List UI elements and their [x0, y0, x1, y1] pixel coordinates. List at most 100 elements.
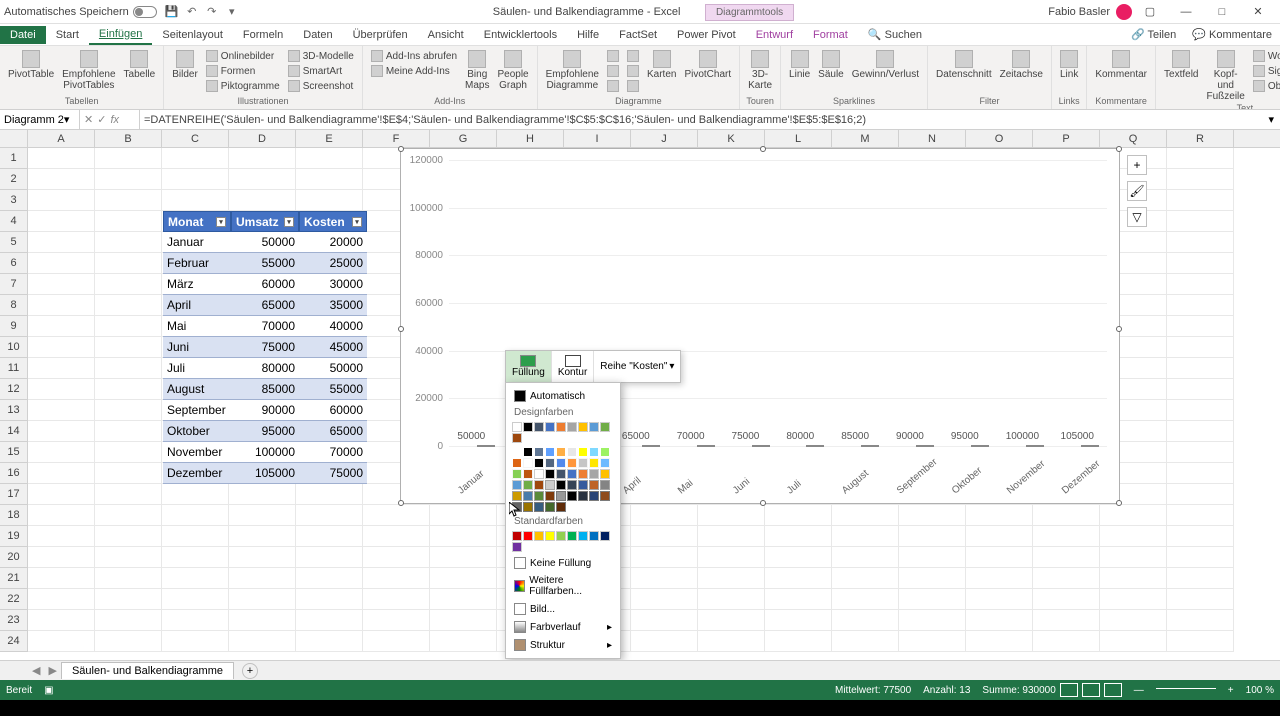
color-swatch[interactable]	[600, 422, 610, 432]
cell[interactable]	[1167, 589, 1234, 610]
smartart-button[interactable]: SmartArt	[286, 64, 356, 78]
col-header[interactable]: A	[28, 130, 95, 147]
view-pagebreak-icon[interactable]	[1104, 683, 1122, 697]
color-swatch[interactable]	[534, 447, 544, 457]
color-swatch[interactable]	[600, 480, 610, 490]
slicer-button[interactable]: Datenschnitt	[934, 49, 994, 81]
cell[interactable]	[229, 631, 296, 652]
cell[interactable]	[229, 484, 296, 505]
cell[interactable]	[1033, 568, 1100, 589]
sparkline-line-button[interactable]: Linie	[787, 49, 812, 81]
sparkline-column-button[interactable]: Säule	[816, 49, 846, 81]
cell[interactable]	[296, 631, 363, 652]
color-swatch[interactable]	[600, 469, 610, 479]
cell[interactable]	[1033, 505, 1100, 526]
row-header[interactable]: 2	[0, 169, 28, 190]
cell[interactable]	[631, 631, 698, 652]
color-swatch[interactable]	[556, 458, 566, 468]
maximize-icon[interactable]: □	[1204, 6, 1240, 18]
peoplegraph-button[interactable]: People Graph	[495, 49, 530, 92]
cell[interactable]	[899, 610, 966, 631]
color-swatch[interactable]	[567, 469, 577, 479]
link-button[interactable]: Link	[1058, 49, 1080, 81]
color-swatch[interactable]	[534, 469, 544, 479]
row-header[interactable]: 18	[0, 505, 28, 526]
chart-type-1[interactable]	[605, 49, 621, 63]
color-swatch[interactable]	[578, 422, 588, 432]
screenshot-button[interactable]: Screenshot	[286, 79, 356, 93]
cell[interactable]	[1167, 253, 1234, 274]
bingmaps-button[interactable]: Bing Maps	[463, 49, 491, 92]
cell[interactable]	[631, 589, 698, 610]
cell[interactable]	[966, 568, 1033, 589]
table-row[interactable]: Oktober9500065000	[163, 421, 367, 442]
color-swatch[interactable]	[523, 502, 533, 512]
bar-kosten[interactable]	[697, 445, 715, 447]
cell[interactable]	[229, 547, 296, 568]
cell[interactable]	[28, 337, 95, 358]
bar-group[interactable]: 50000	[457, 445, 495, 447]
tab-entwurf[interactable]: Entwurf	[746, 26, 803, 44]
ribbon-options-icon[interactable]: ▢	[1132, 5, 1168, 18]
color-swatch[interactable]	[512, 447, 522, 457]
col-header[interactable]: B	[95, 130, 162, 147]
color-swatch[interactable]	[589, 458, 599, 468]
color-swatch[interactable]	[556, 491, 566, 501]
color-swatch[interactable]	[545, 502, 555, 512]
wordart-button[interactable]: WordArt	[1251, 49, 1280, 63]
col-header[interactable]: P	[1033, 130, 1100, 147]
cell[interactable]	[296, 547, 363, 568]
cell[interactable]	[296, 589, 363, 610]
tab-format[interactable]: Format	[803, 26, 858, 44]
cell[interactable]	[363, 547, 430, 568]
row-header[interactable]: 23	[0, 610, 28, 631]
cell[interactable]	[162, 169, 229, 190]
cell[interactable]	[229, 505, 296, 526]
tab-datei[interactable]: Datei	[0, 26, 46, 44]
tab-entwicklertools[interactable]: Entwicklertools	[474, 26, 567, 44]
cell[interactable]	[832, 547, 899, 568]
color-swatch[interactable]	[589, 531, 599, 541]
search-box[interactable]: 🔍 Suchen	[858, 25, 932, 44]
cell[interactable]	[631, 526, 698, 547]
bar-kosten[interactable]	[861, 445, 879, 447]
cell[interactable]	[229, 589, 296, 610]
cell[interactable]	[162, 568, 229, 589]
col-header[interactable]: N	[899, 130, 966, 147]
row-header[interactable]: 1	[0, 148, 28, 169]
row-header[interactable]: 21	[0, 568, 28, 589]
cell[interactable]	[698, 568, 765, 589]
cell[interactable]	[28, 547, 95, 568]
cell[interactable]	[95, 148, 162, 169]
cell[interactable]	[1167, 421, 1234, 442]
cell[interactable]	[1167, 316, 1234, 337]
row-header[interactable]: 7	[0, 274, 28, 295]
cell[interactable]	[28, 169, 95, 190]
cell[interactable]	[1033, 526, 1100, 547]
color-swatch[interactable]	[523, 447, 533, 457]
filter-icon[interactable]: ▾	[284, 217, 294, 227]
cell[interactable]	[631, 547, 698, 568]
cell[interactable]	[1167, 211, 1234, 232]
cell[interactable]	[95, 526, 162, 547]
bar-group[interactable]: 65000	[622, 445, 660, 447]
cell[interactable]	[765, 589, 832, 610]
cell[interactable]	[1167, 379, 1234, 400]
cell[interactable]	[28, 400, 95, 421]
cell[interactable]	[28, 568, 95, 589]
tab-powerpivot[interactable]: Power Pivot	[667, 26, 746, 44]
row-header[interactable]: 11	[0, 358, 28, 379]
table-button[interactable]: Tabelle	[122, 49, 158, 81]
cell[interactable]	[28, 190, 95, 211]
color-swatch[interactable]	[556, 531, 566, 541]
expand-formula-icon[interactable]: ▾	[1262, 113, 1280, 126]
cancel-formula-icon[interactable]: ✕	[84, 113, 93, 126]
table-row[interactable]: Mai7000040000	[163, 316, 367, 337]
color-swatch[interactable]	[512, 491, 522, 501]
color-swatch[interactable]	[512, 480, 522, 490]
cell[interactable]	[95, 190, 162, 211]
row-header[interactable]: 15	[0, 442, 28, 463]
cell[interactable]	[296, 526, 363, 547]
worksheet[interactable]: ABCDEFGHIJKLMNOPQR 123456789101112131415…	[0, 130, 1280, 660]
icons-button[interactable]: Piktogramme	[204, 79, 282, 93]
